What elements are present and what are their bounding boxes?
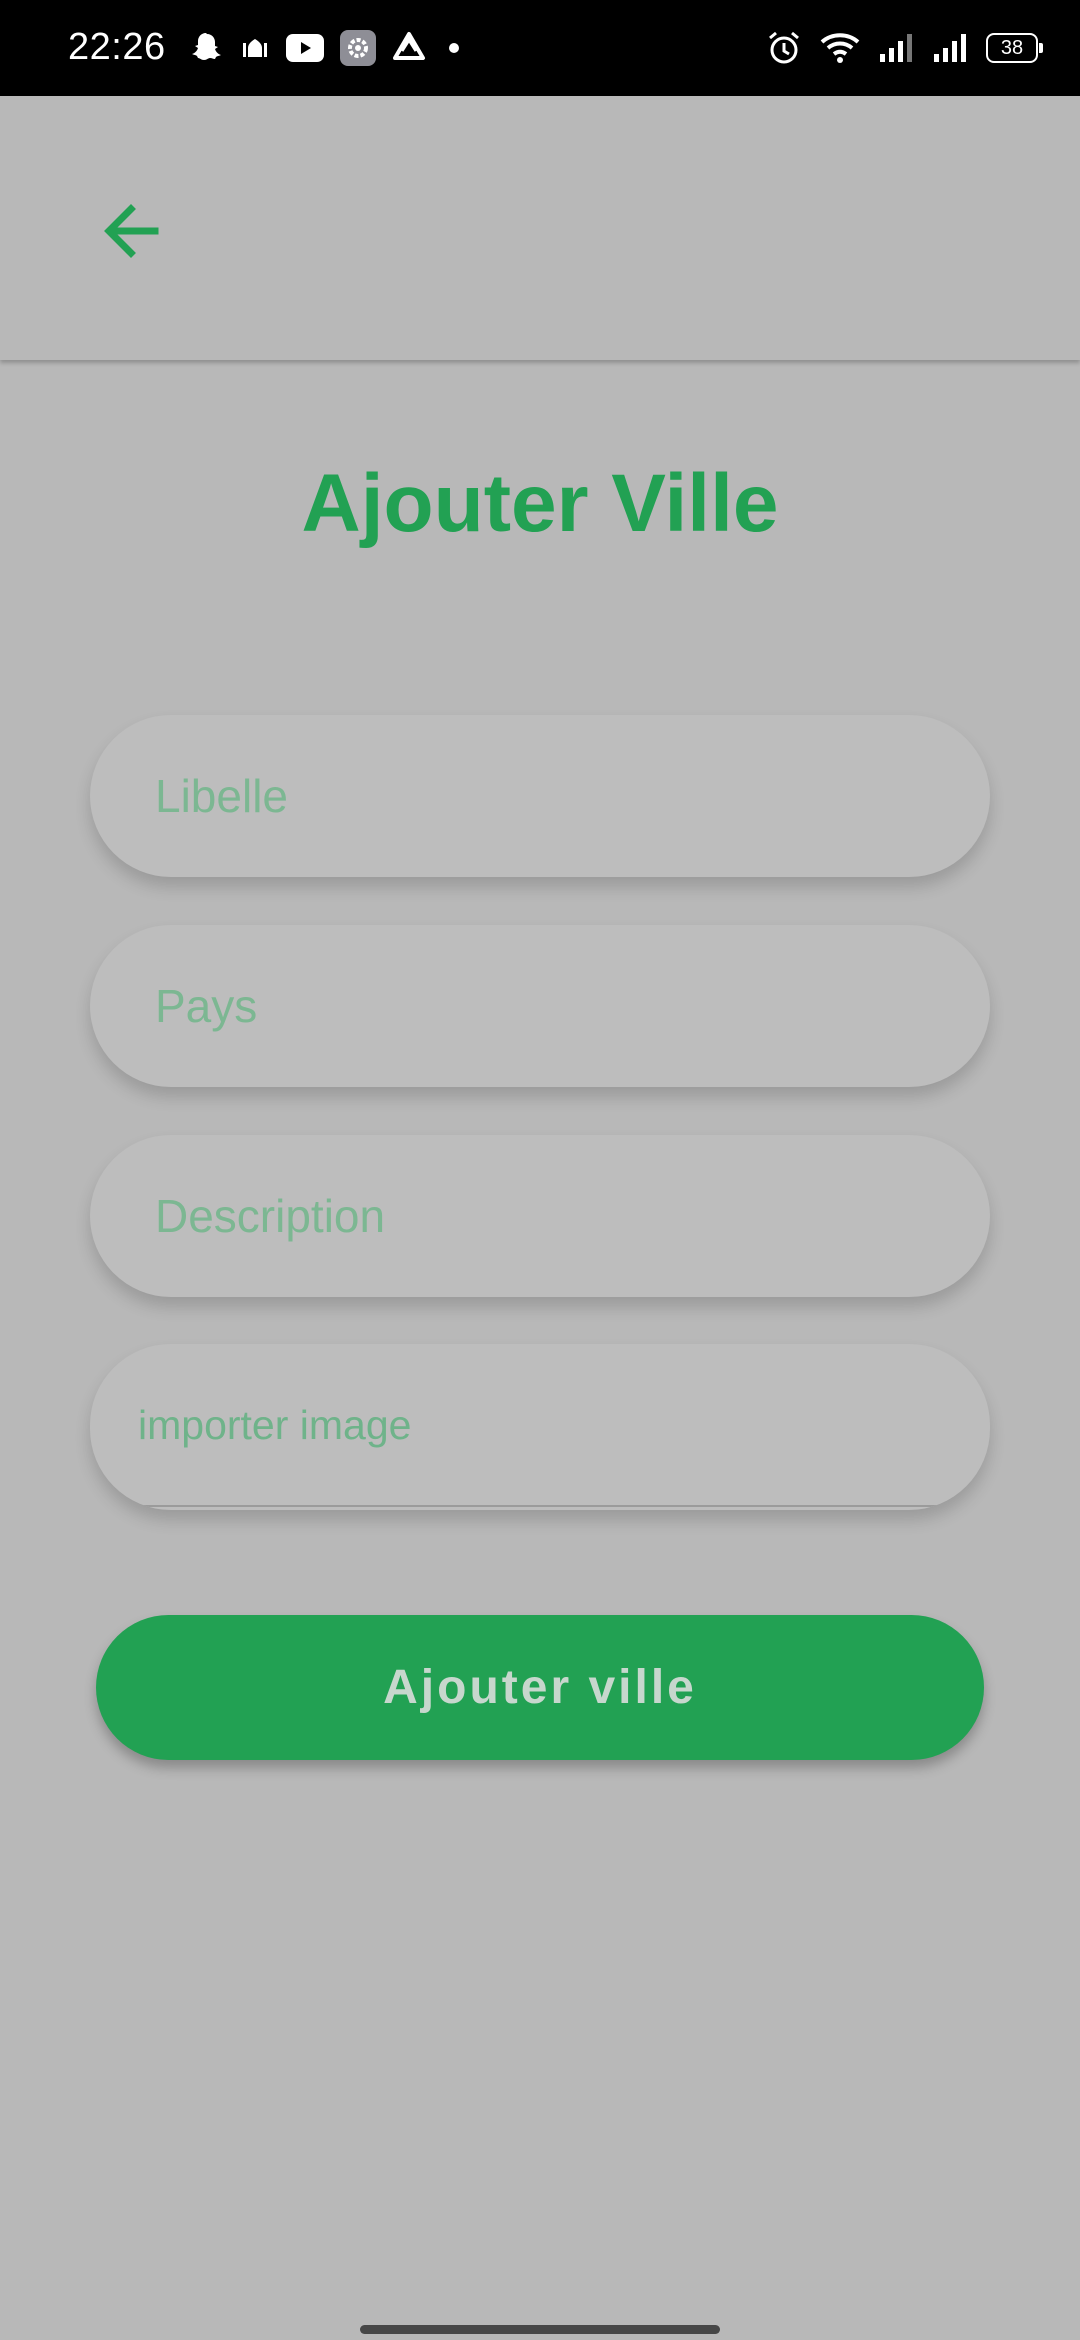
notification-icons (190, 28, 466, 68)
snapchat-icon (192, 33, 221, 60)
alarm-icon (769, 31, 799, 64)
import-image-label: importer image (138, 1402, 412, 1448)
settings-app-icon (340, 30, 376, 66)
page-title: Ajouter Ville (301, 458, 779, 549)
battery-level: 38 (1000, 36, 1024, 59)
drive-icon (393, 32, 425, 60)
pays-field[interactable] (90, 925, 990, 1087)
youtube-icon (286, 34, 324, 62)
app-bar (0, 96, 1080, 360)
field-underline (138, 1505, 942, 1507)
add-city-button[interactable]: Ajouter ville (96, 1615, 984, 1760)
system-icons: 38 (766, 28, 1043, 68)
status-time: 22:26 (68, 26, 166, 68)
description-field[interactable] (90, 1135, 990, 1297)
libelle-field[interactable] (90, 715, 990, 877)
description-input[interactable] (153, 1188, 950, 1244)
arrow-left-icon (104, 204, 159, 258)
import-image-field[interactable]: importer image (90, 1344, 990, 1510)
signal-icon (934, 34, 966, 62)
dot-icon (449, 43, 459, 53)
battery-icon: 38 (986, 33, 1043, 63)
mosque-icon (243, 39, 267, 57)
libelle-input[interactable] (153, 768, 950, 824)
back-button[interactable] (88, 188, 174, 274)
status-bar: 22:26 38 (0, 0, 1080, 96)
signal-icon (880, 34, 912, 62)
home-indicator[interactable] (360, 2325, 720, 2334)
pays-input[interactable] (153, 978, 950, 1034)
wifi-icon (820, 33, 860, 63)
